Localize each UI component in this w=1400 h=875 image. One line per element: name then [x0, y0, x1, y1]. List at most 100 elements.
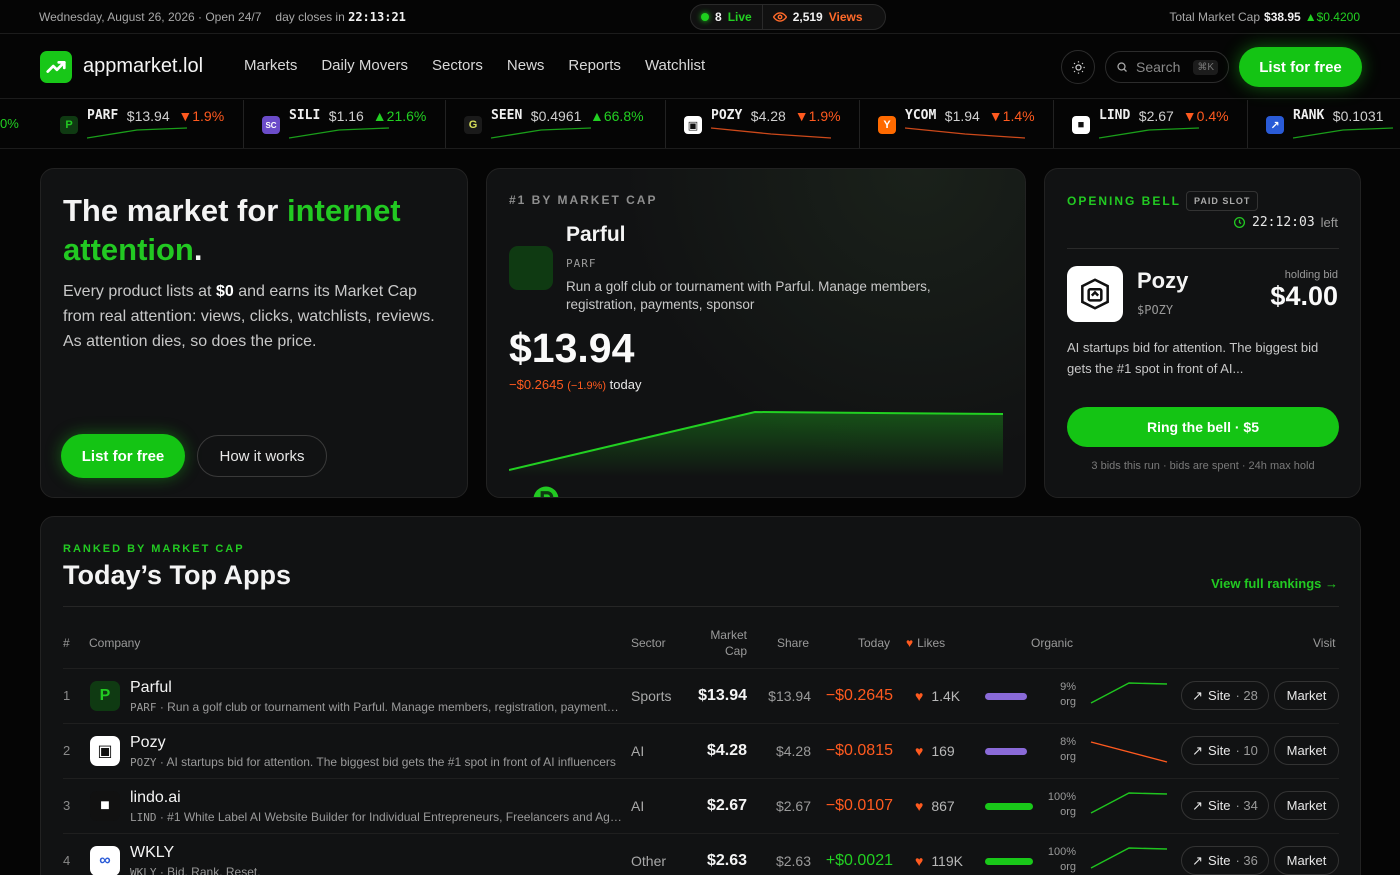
ticker-item-seen[interactable]: G SEEN $0.4961 ▲66.8% — [464, 100, 666, 148]
ticker-change: ▲21.6% — [372, 108, 427, 124]
visit-site-button[interactable]: ↗ Site · 10 — [1181, 736, 1269, 765]
hero-title: The market for internet attention. — [63, 193, 401, 267]
ticker-item-parf[interactable]: P PARF $13.94 ▼1.9% — [60, 100, 244, 148]
market-cap-value: $2.63 — [706, 852, 747, 869]
heart-icon: ♥ — [915, 743, 924, 759]
heart-icon: ♥ — [915, 688, 924, 704]
nav-sectors[interactable]: Sectors — [432, 57, 483, 74]
ticker-item-lind[interactable]: ■ LIND $2.67 ▼0.4% — [1072, 100, 1248, 148]
bell-app-name: Pozy — [1137, 268, 1189, 293]
nav-news[interactable]: News — [507, 57, 545, 74]
organic-bar — [985, 858, 1033, 865]
search-shortcut: ⌘K — [1193, 59, 1218, 75]
featured-app-card[interactable]: #1 BY MARKET CAP Parful PARF Run a golf … — [486, 168, 1026, 498]
col-company[interactable]: Company — [89, 636, 140, 650]
ticker-item-ycom[interactable]: Y YCOM $1.94 ▼1.4% — [878, 100, 1054, 148]
search-input[interactable]: Search ⌘K — [1105, 51, 1229, 83]
ticker-symbol: POZY — [711, 108, 743, 123]
app-name[interactable]: lindo.ai — [130, 789, 181, 807]
view-full-rankings-link[interactable]: View full rankings → — [1211, 576, 1338, 591]
share-value: $2.63 — [775, 853, 811, 869]
rankings-eyebrow: RANKED BY MARKET CAP — [63, 543, 245, 555]
heart-icon: ♥ — [915, 798, 924, 814]
organic-percent: 100% org — [1047, 791, 1076, 818]
ticker-price: $1.16 — [328, 108, 364, 124]
app-logo-icon: ▣ — [90, 736, 120, 766]
external-arrow-icon: ↗ — [1192, 797, 1204, 813]
app-logo-icon: ∞ — [90, 846, 120, 875]
table-row[interactable]: 2 ▣ Pozy POZY · AI startups bid for attenti… — [63, 723, 1339, 778]
market-button[interactable]: Market — [1274, 846, 1339, 875]
nav-daily-movers[interactable]: Daily Movers — [321, 57, 408, 74]
ticker-sparkline — [1293, 127, 1394, 139]
featured-delta: −$0.2645 (−1.9%) today — [509, 377, 642, 392]
col-today[interactable]: Today — [858, 636, 890, 650]
col-organic[interactable]: Organic — [1031, 636, 1073, 650]
list-for-free-button[interactable]: List for free — [1239, 47, 1362, 87]
organic-bar — [985, 748, 1027, 755]
featured-app-symbol: PARF — [566, 257, 597, 270]
ticker-sparkline — [491, 127, 592, 139]
col-likes[interactable]: ♥ Likes — [906, 636, 945, 650]
how-it-works-button[interactable]: How it works — [197, 435, 327, 477]
table-row[interactable]: 3 ■ lindo.ai LIND · #1 White Label AI Websi… — [63, 778, 1339, 833]
today-change: −$0.0107 — [825, 797, 893, 814]
share-value: $13.94 — [768, 688, 811, 704]
brand-name[interactable]: appmarket.lol — [83, 55, 203, 78]
market-button[interactable]: Market — [1274, 791, 1339, 820]
ticker-price: $0.4961 — [530, 108, 582, 124]
opening-bell-card: OPENING BELL PAID SLOT 22:12:03 left Pozy… — [1044, 168, 1361, 498]
organic-bar — [985, 803, 1033, 810]
ticker-symbol: SEEN — [491, 108, 523, 123]
main-nav: Markets Daily Movers Sectors News Report… — [244, 57, 705, 74]
app-name[interactable]: Parful — [130, 679, 172, 697]
col-sector[interactable]: Sector — [631, 636, 666, 650]
table-row[interactable]: 4 ∞ WKLY WKLY · Bid. Rank. Reset. Other $2.63… — [63, 833, 1339, 875]
likes-count: ♥ 169 — [915, 743, 955, 759]
app-sector: AI — [631, 798, 645, 814]
search-icon — [1117, 62, 1127, 72]
app-tagline: PARF · Run a golf club or tournament wit… — [130, 700, 622, 714]
eye-icon — [772, 12, 787, 22]
ticker-item-sili[interactable]: SC SILI $1.16 ▲21.6% — [262, 100, 446, 148]
hero-list-for-free-button[interactable]: List for free — [61, 434, 185, 478]
organic-percent: 100% org — [1047, 846, 1076, 873]
visit-site-button[interactable]: ↗ Site · 28 — [1181, 681, 1269, 710]
market-button[interactable]: Market — [1274, 736, 1339, 765]
theme-toggle-button[interactable] — [1061, 50, 1095, 84]
ticker-sparkline — [87, 127, 188, 139]
col-share[interactable]: Share — [777, 636, 809, 650]
ticker-price: $0.1031 — [1332, 108, 1384, 124]
nav-reports[interactable]: Reports — [568, 57, 621, 74]
featured-app-desc: Run a golf club or tournament with Parfu… — [566, 279, 931, 312]
external-arrow-icon: ↗ — [1192, 687, 1204, 703]
rank-number: 3 — [63, 798, 71, 813]
ticker-symbol: PARF — [87, 108, 119, 123]
app-name[interactable]: WKLY — [130, 844, 174, 862]
visit-site-button[interactable]: ↗ Site · 34 — [1181, 791, 1269, 820]
visit-site-button[interactable]: ↗ Site · 36 — [1181, 846, 1269, 875]
nav-markets[interactable]: Markets — [244, 57, 297, 74]
bell-eyebrow: OPENING BELL — [1067, 194, 1182, 208]
external-arrow-icon: ↗ — [1192, 742, 1204, 758]
ticker-item-rank[interactable]: ↗ RANK $0.1031 — [1266, 100, 1400, 148]
ticker-price: $2.67 — [1138, 108, 1174, 124]
market-button[interactable]: Market — [1274, 681, 1339, 710]
ticker-item-pozy[interactable]: ▣ POZY $4.28 ▼1.9% — [684, 100, 860, 148]
ticker-sparkline — [289, 127, 390, 139]
ticker-symbol: YCOM — [905, 108, 937, 123]
table-row[interactable]: 1 P Parful PARF · Run a golf club or tourna… — [63, 668, 1339, 723]
nav-watchlist[interactable]: Watchlist — [645, 57, 705, 74]
today-change: +$0.0021 — [825, 852, 893, 869]
featured-price-chart — [509, 410, 1004, 477]
ticker-symbol: SILI — [289, 108, 321, 123]
brand-logo-icon[interactable] — [40, 51, 72, 83]
col-market-cap[interactable]: Market Cap — [705, 627, 747, 659]
trend-sparkline — [1090, 682, 1168, 704]
ticker-price: $4.28 — [750, 108, 786, 124]
ring-the-bell-button[interactable]: Ring the bell · $5 — [1067, 407, 1339, 447]
site-header: appmarket.lol Markets Daily Movers Secto… — [0, 35, 1400, 99]
market-cap-value: $2.67 — [706, 797, 747, 814]
live-stats-pill: 8 Live 2,519 Views — [690, 4, 886, 30]
app-name[interactable]: Pozy — [130, 734, 166, 752]
